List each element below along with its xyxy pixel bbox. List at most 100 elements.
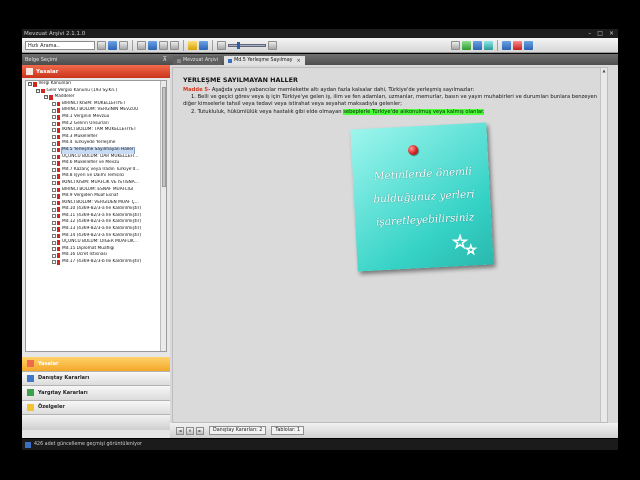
delete-icon[interactable] (513, 40, 522, 50)
document-icon (52, 253, 56, 258)
tree-item[interactable]: Md.15 Diplomat Muaflığı (26, 246, 166, 253)
tree-item[interactable]: İKİNCİ KISIM: MUAFLIK VE İSTİSNA... (26, 180, 166, 187)
laws-section-header[interactable]: Yasalar (22, 65, 170, 78)
tree-item[interactable]: Md.9 Vergiden Muaf Esnaf (26, 193, 166, 200)
maximize-button[interactable]: □ (597, 30, 603, 37)
law-book-icon (56, 187, 60, 193)
tree-item[interactable]: − Vergi Kanunları (26, 81, 166, 88)
category-sections: Yasalar Danıştay Kararları Yargıtay Kararl… (22, 357, 170, 430)
article-intro-text: Aşağıda yazılı yabancılar memlekette alt… (210, 87, 475, 93)
content-scrollbar[interactable]: ▲ (600, 68, 607, 422)
zoom-slider[interactable] (228, 41, 266, 49)
search-icon[interactable] (108, 40, 117, 50)
tree-item[interactable]: Md.7 Kazanç veya İradın Türkiye'd... (26, 167, 166, 174)
status-bar: 426 adet güncelleme geçmişi görüntüleniy… (22, 439, 618, 450)
export-icon[interactable] (462, 40, 471, 50)
tree-item[interactable]: Md.3 Mükellefler (26, 134, 166, 141)
tree-item[interactable]: BİRİNCİ BÖLÜM: ESNAF MUAFLIĞI (26, 187, 166, 194)
binoculars-icon[interactable] (97, 40, 106, 50)
section-yargıtay-kararları[interactable]: Yargıtay Kararları (22, 386, 170, 401)
tree-expander-icon[interactable]: − (44, 95, 48, 100)
tree-scroll-thumb[interactable] (162, 87, 166, 187)
settings-icon[interactable] (524, 40, 533, 50)
tree-item[interactable]: Md.13 (4369-82/3-a İle Kaldırılmıştır) (26, 226, 166, 233)
tree-item[interactable]: − Maddeler (26, 94, 166, 101)
tab-close-icon[interactable]: × (296, 58, 300, 64)
law-book-icon (56, 240, 60, 245)
scroll-up-icon[interactable]: ▲ (601, 68, 607, 73)
danistay-decisions-tab[interactable]: Danıştay Kararları: 2 (209, 426, 267, 435)
section-label: Özelgeler (38, 404, 65, 411)
tree-item[interactable]: ÜÇÜNCÜ BÖLÜM: DİĞER MUAFLIK... (26, 239, 166, 246)
tab-mevzuat-arsivi[interactable]: Mevzuat Arşivi (173, 56, 223, 65)
quick-search-input[interactable]: Hızlı Arama.. (25, 40, 95, 50)
highlighted-text[interactable]: sebeplerle Türkiye'de alıkonulmuş veya k… (343, 108, 485, 115)
zoom-out-icon[interactable] (217, 40, 226, 50)
article-title: YERLEŞME SAYILMAYAN HALLER (183, 76, 298, 84)
tab-label: Mevzuat Arşivi (183, 58, 219, 63)
section-danıştay-kararları[interactable]: Danıştay Kararları (22, 371, 170, 386)
star-icon: ☆ (465, 243, 478, 259)
tree-item[interactable]: Md.14 (4369-82/3-a İle Kaldırılmıştır) (26, 233, 166, 240)
tree-scrollbar[interactable] (160, 81, 166, 351)
print-icon[interactable] (170, 40, 179, 50)
law-book-icon (56, 161, 60, 166)
save-icon[interactable] (473, 40, 482, 50)
pin-icon[interactable]: ⊼ (163, 56, 167, 63)
tree-item[interactable]: − Gelir Vergisi Kanunu (193 Sy.Kn.) (26, 88, 166, 95)
tree-item[interactable]: ÜÇÜNCÜ BÖLÜM: DAR MÜKELLEFİ... (26, 154, 166, 161)
close-doc-icon[interactable]: ✕ (186, 426, 194, 435)
tree-expander-icon[interactable]: − (28, 82, 32, 87)
copy-icon[interactable] (159, 40, 168, 50)
law-book-icon (56, 154, 60, 160)
tree-item[interactable]: Md.2 Gelirin Unsurları (26, 121, 166, 128)
tree-item[interactable]: BİRİNCİ BÖLÜM: VERGİNİN MEVZUU (26, 107, 166, 114)
law-book-icon (56, 141, 60, 146)
tree-item-label: ÜÇÜNCÜ BÖLÜM: DİĞER MUAFLIK... (62, 239, 138, 245)
tree-item[interactable]: Md.12 (4369-82/3-a İle Kaldırılmıştır) (26, 219, 166, 226)
tree-item[interactable]: İKİNCİ BÖLÜM: TAM MÜKELLEFİYET (26, 127, 166, 134)
prev-icon[interactable]: ◄ (176, 426, 184, 435)
tree-item[interactable]: Md.16 Ücret İstisnası (26, 252, 166, 259)
document-icon (52, 135, 56, 140)
tree-item[interactable]: BİRİNCİ KISIM: MÜKELLEFİYET (26, 101, 166, 108)
section-özelgeler[interactable]: Özelgeler (22, 400, 170, 415)
tree-item-label: Md.12 (4369-82/3-a İle Kaldırılmıştır) (62, 219, 142, 225)
folder-icon[interactable] (188, 40, 197, 50)
tree-expander-icon[interactable]: − (36, 88, 40, 93)
filter-icon[interactable] (119, 40, 128, 50)
tree-item[interactable]: Md.8 İşyeri ve Daimi Temsilci (26, 173, 166, 180)
tree-item-label: Md.14 (4369-82/3-a İle Kaldırılmıştır) (62, 232, 142, 238)
next-icon[interactable]: ► (196, 426, 204, 435)
tree-item[interactable]: Md.4 Türkiyede Yerleşme (26, 140, 166, 147)
toolbar-separator (132, 39, 133, 51)
law-book-icon (56, 128, 60, 133)
tree-item-label: Md.15 Diplomat Muaflığı (62, 245, 115, 251)
minimize-button[interactable]: – (588, 30, 591, 37)
brush-icon[interactable] (451, 40, 460, 50)
home-icon[interactable] (148, 40, 157, 50)
note-icon[interactable] (484, 40, 493, 50)
close-button[interactable]: × (609, 30, 614, 37)
article-paragraph-2: 2. Tutukluluk, hükümlülük veya hastalık … (183, 108, 597, 116)
info-icon[interactable] (502, 40, 511, 50)
tree-item-label: Gelir Vergisi Kanunu (193 Sy.Kn.) (46, 87, 118, 93)
tab-md5[interactable]: Md.5 Yerleşme Sayılmay × (224, 56, 305, 65)
tree-item[interactable]: Md.1 Verginin Mevzuu (26, 114, 166, 121)
tree-item[interactable]: Md.5 Yerleşme Sayılmayan Haller (26, 146, 166, 154)
document-icon (52, 194, 56, 199)
tree-item[interactable]: İKİNCİ BÖLÜM: VERGİDEN MUAF Ç... (26, 200, 166, 207)
tables-tab[interactable]: Tablolar: 1 (271, 426, 305, 435)
section-yasalar[interactable]: Yasalar (22, 357, 170, 372)
zoom-in-icon[interactable] (268, 40, 277, 50)
tree-item[interactable]: Md.6 Mükellefler ve Mevzu (26, 160, 166, 167)
document-icon (52, 174, 56, 179)
window-icon[interactable] (199, 40, 208, 50)
document-tree[interactable]: − Vergi Kanunları − Gelir Vergisi Kanunu (1… (25, 80, 167, 352)
back-icon[interactable] (137, 40, 146, 50)
tree-item[interactable]: Md.17 (4369-82/3-b İle Kaldırılmıştır) (26, 259, 166, 266)
law-book-icon (56, 180, 60, 186)
tree-item[interactable]: Md.10 (4369-82/3-a İle Kaldırılmıştır) (26, 206, 166, 213)
law-book-icon (56, 213, 60, 219)
tree-item[interactable]: Md.11 (4369-82/3-a İle Kaldırılmıştır) (26, 213, 166, 220)
